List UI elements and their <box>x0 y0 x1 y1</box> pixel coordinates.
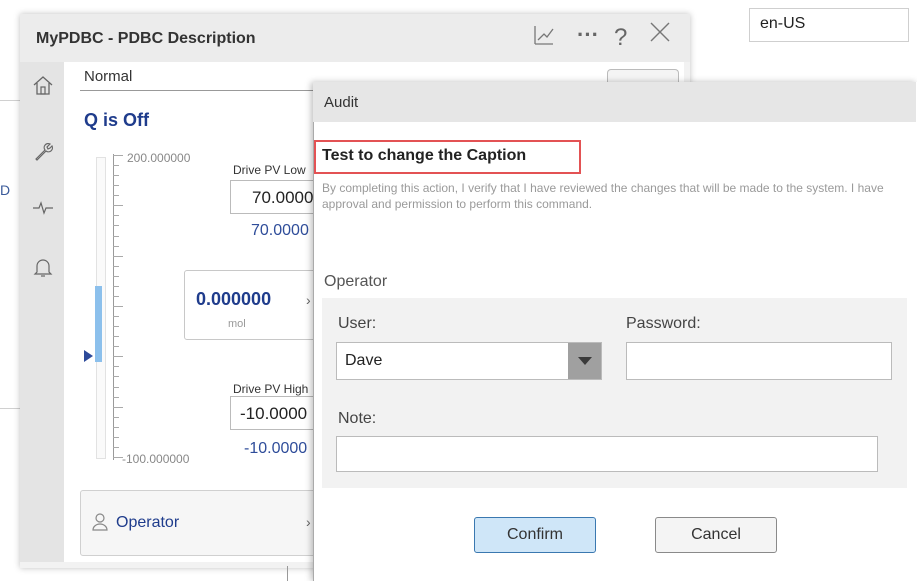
mode-label: Normal <box>84 68 133 85</box>
scale-tick <box>113 366 119 368</box>
scale-tick <box>113 165 119 167</box>
drive-pv-low-label: Drive PV Low <box>233 163 306 177</box>
scale-tick <box>113 396 119 398</box>
drive-pv-high-label: Drive PV High <box>233 382 309 396</box>
scale-tick <box>113 205 123 207</box>
confirm-button[interactable]: Confirm <box>474 517 596 553</box>
state-label: Q is Off <box>84 110 150 130</box>
audit-caption: Test to change the Caption <box>322 147 527 164</box>
scale-tick <box>113 436 119 438</box>
drive-pv-low-value: 70.0000 <box>251 222 309 239</box>
scale-min-label: -100.000000 <box>122 452 190 466</box>
scale-tick <box>113 406 123 408</box>
drive-pv-low-input[interactable]: 70.0000 <box>230 180 326 214</box>
scale-tick <box>113 215 119 217</box>
chevron-right-icon: › <box>306 292 311 308</box>
scale-tick <box>113 245 119 247</box>
user-select-value: Dave <box>345 352 383 369</box>
scale-tick <box>113 175 119 177</box>
scale-tick <box>113 185 119 187</box>
drive-pv-high-input[interactable]: -10.0000 <box>230 396 326 430</box>
scale-tick <box>113 336 119 338</box>
mode-divider <box>80 90 316 91</box>
help-icon[interactable]: ? <box>614 24 627 52</box>
verification-text: By completing this action, I verify that… <box>322 181 884 211</box>
scale-max-label: 200.000000 <box>127 151 191 165</box>
scale-tick <box>113 255 123 257</box>
scale-tick <box>113 386 119 388</box>
password-field[interactable] <box>626 342 892 380</box>
password-label: Password: <box>626 315 701 332</box>
pulse-icon[interactable] <box>30 200 56 221</box>
chevron-right-icon: › <box>306 514 311 530</box>
scale-tick <box>113 265 119 267</box>
background-divider <box>287 566 288 581</box>
bar-graph-fill <box>95 286 102 362</box>
pv-pointer <box>84 350 93 362</box>
scale-tick <box>113 225 119 227</box>
pv-unit: mol <box>228 318 246 330</box>
faceplate-title: MyPDBC - PDBC Description <box>36 30 256 47</box>
audit-dialog-title: Audit <box>324 94 359 111</box>
wrench-icon[interactable] <box>30 140 56 168</box>
background-text-fragment: D <box>0 182 11 198</box>
background-divider <box>0 408 20 409</box>
scale-tick <box>113 316 119 318</box>
background-divider <box>0 100 20 101</box>
bar-scale-axis <box>113 154 114 460</box>
scale-tick <box>113 426 119 428</box>
scale-tick <box>113 155 123 156</box>
operator-section-heading: Operator <box>324 273 388 290</box>
note-label: Note: <box>338 410 377 427</box>
scale-tick <box>113 285 119 287</box>
language-field[interactable]: en-US <box>749 8 909 42</box>
scale-tick <box>113 346 119 348</box>
note-field[interactable] <box>336 436 878 472</box>
scale-tick <box>113 306 123 307</box>
scale-tick <box>113 376 119 378</box>
trend-icon[interactable] <box>533 24 555 52</box>
operator-tab-label: Operator <box>116 514 180 531</box>
scale-tick <box>113 356 123 358</box>
scale-tick <box>113 446 119 448</box>
scale-tick <box>113 235 119 237</box>
home-icon[interactable] <box>30 74 56 102</box>
caret-down-icon <box>578 357 592 365</box>
scale-tick <box>113 295 119 297</box>
close-icon[interactable] <box>648 20 672 51</box>
user-label: User: <box>338 315 377 332</box>
more-icon[interactable]: ··· <box>577 22 599 48</box>
bell-icon[interactable] <box>30 256 56 284</box>
pv-value: 0.000000 <box>196 289 272 309</box>
scale-tick <box>113 275 119 277</box>
user-icon <box>92 513 108 536</box>
drive-pv-high-value: -10.0000 <box>244 440 308 457</box>
faceplate-sidebar <box>20 62 64 562</box>
cancel-button[interactable]: Cancel <box>655 517 777 553</box>
audit-dialog-header <box>313 82 916 122</box>
scale-tick <box>113 195 119 197</box>
scale-tick <box>113 416 119 418</box>
scale-tick <box>113 326 119 328</box>
